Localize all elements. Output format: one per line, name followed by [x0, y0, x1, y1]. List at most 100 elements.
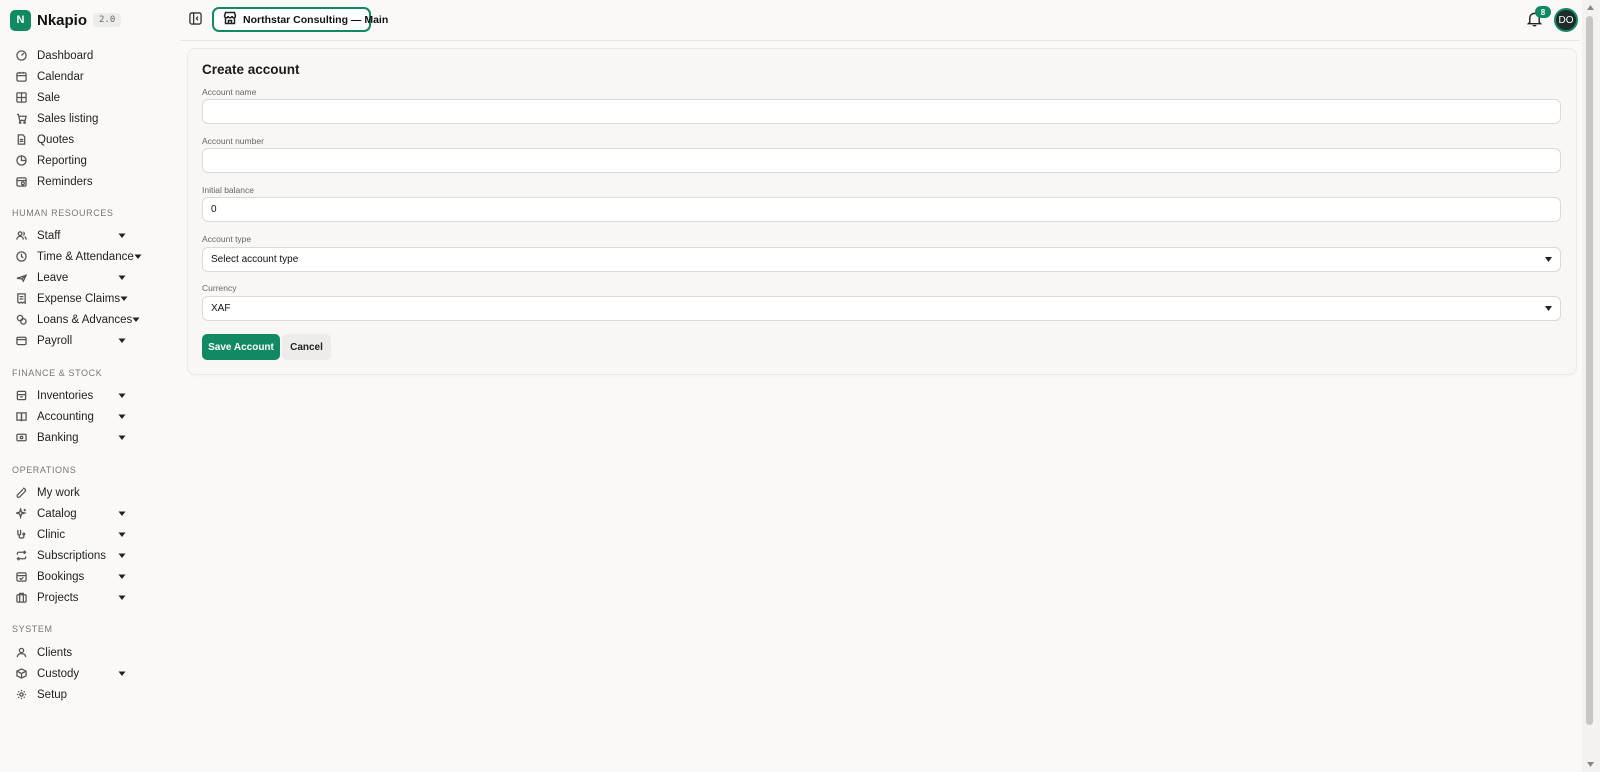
store-icon — [223, 11, 237, 28]
box-icon — [15, 390, 27, 402]
package-icon — [15, 668, 27, 680]
sidebar-item-label: Dashboard — [37, 49, 94, 62]
sidebar-item-calendar[interactable]: Calendar — [10, 66, 126, 87]
bank-card-icon — [15, 432, 27, 444]
chevron-down-icon — [118, 232, 126, 240]
sidebar-toggle-button[interactable] — [188, 11, 202, 25]
sidebar-item-quotes[interactable]: Quotes — [10, 129, 126, 150]
currency-value: XAF — [211, 303, 231, 314]
stethoscope-icon — [15, 529, 27, 541]
calendar-check-icon — [15, 571, 27, 583]
sidebar-item-expense-claims[interactable]: Expense Claims — [10, 288, 128, 309]
gear-icon — [15, 689, 27, 701]
account-number-input[interactable] — [211, 155, 1552, 166]
sidebar-item-bookings[interactable]: Bookings — [10, 566, 126, 587]
clock-icon — [15, 251, 27, 263]
initial-balance-input[interactable] — [211, 204, 1552, 215]
user-avatar[interactable]: DO — [1554, 8, 1578, 32]
account-number-field-wrapper — [202, 148, 1561, 173]
sidebar-item-label: Staff — [37, 229, 61, 242]
sidebar-item-clinic[interactable]: Clinic — [10, 524, 126, 545]
sidebar-toggle-icon — [188, 11, 202, 25]
account-type-select[interactable]: Select account type — [202, 247, 1561, 272]
plane-icon — [15, 272, 27, 284]
version-badge: 2.0 — [93, 13, 122, 27]
cancel-button[interactable]: Cancel — [282, 334, 331, 360]
chevron-down-icon — [118, 413, 126, 421]
dashboard-icon — [15, 50, 27, 62]
chevron-down-icon — [132, 316, 140, 324]
sidebar-item-clients[interactable]: Clients — [10, 642, 126, 663]
briefcase-icon — [15, 592, 27, 604]
sidebar-item-label: Bookings — [37, 570, 85, 583]
notification-count-badge: 8 — [1535, 6, 1551, 18]
sidebar-item-my-work[interactable]: My work — [10, 482, 126, 503]
initial-balance-field-wrapper — [202, 197, 1561, 222]
account-type-label: Account type — [202, 234, 252, 244]
sidebar-item-subscriptions[interactable]: Subscriptions — [10, 545, 126, 566]
sidebar-item-sale[interactable]: Sale — [10, 87, 126, 108]
sidebar-item-catalog[interactable]: Catalog — [10, 503, 126, 524]
section-title-operations: OPERATIONS — [12, 465, 77, 475]
currency-select[interactable]: XAF — [202, 296, 1561, 321]
chevron-down-icon — [118, 552, 126, 560]
sidebar-item-label: Banking — [37, 431, 79, 444]
sidebar-item-label: Accounting — [37, 410, 94, 423]
sparkles-icon — [15, 508, 27, 520]
chevron-down-icon — [118, 510, 126, 518]
sidebar-item-setup[interactable]: Setup — [10, 684, 126, 705]
sidebar-item-label: Payroll — [37, 334, 73, 347]
sidebar-item-label: Calendar — [37, 70, 84, 83]
top-bar — [180, 0, 1580, 41]
sidebar-item-label: Reminders — [37, 175, 93, 188]
sidebar-item-dashboard[interactable]: Dashboard — [10, 45, 126, 66]
sidebar-item-reminders[interactable]: Reminders — [10, 171, 126, 192]
sidebar-item-sales-listing[interactable]: Sales listing — [10, 108, 126, 129]
calendar-icon — [15, 71, 27, 83]
wrench-icon — [15, 487, 27, 499]
brand[interactable]: N Nkapio 2.0 — [10, 9, 122, 31]
sidebar-item-leave[interactable]: Leave — [10, 267, 126, 288]
sidebar-item-label: Leave — [37, 271, 69, 284]
scrollbar-thumb[interactable] — [1586, 16, 1593, 725]
chevron-down-icon — [118, 434, 126, 442]
book-icon — [15, 411, 27, 423]
sidebar-item-custody[interactable]: Custody — [10, 663, 126, 684]
sidebar-item-label: Subscriptions — [37, 549, 107, 562]
sidebar-item-projects[interactable]: Projects — [10, 587, 126, 608]
sidebar-item-accounting[interactable]: Accounting — [10, 406, 126, 427]
sidebar-item-time-attendance[interactable]: Time & Attendance — [10, 246, 142, 267]
sidebar-item-label: Projects — [37, 591, 79, 604]
sidebar-item-label: Custody — [37, 667, 80, 680]
chevron-down-icon — [118, 573, 126, 581]
account-name-label: Account name — [202, 87, 257, 97]
chevron-down-icon — [118, 392, 126, 400]
sidebar-item-label: Clients — [37, 646, 73, 659]
sidebar-item-label: Time & Attendance — [37, 250, 134, 263]
repeat-icon — [15, 550, 27, 562]
sidebar: N Nkapio 2.0 Dashboard Calendar Sale Sal… — [0, 0, 180, 772]
sidebar-item-label: Sale — [37, 91, 61, 104]
sidebar-item-label: Inventories — [37, 389, 94, 402]
chevron-down-icon — [118, 594, 126, 602]
store-selector[interactable]: Northstar Consulting — Main — [212, 7, 388, 32]
chevron-down-icon — [118, 337, 126, 345]
sidebar-item-payroll[interactable]: Payroll — [10, 330, 126, 351]
save-account-button[interactable]: Save Account — [202, 334, 280, 360]
wallet-icon — [15, 335, 27, 347]
chevron-down-icon — [118, 274, 126, 282]
section-title-human-resources: HUMAN RESOURCES — [12, 208, 114, 218]
scroll-up-icon[interactable] — [1585, 3, 1595, 11]
currency-label: Currency — [202, 283, 237, 293]
sidebar-item-reporting[interactable]: Reporting — [10, 150, 126, 171]
chevron-down-icon — [120, 295, 128, 303]
sidebar-item-staff[interactable]: Staff — [10, 225, 126, 246]
receipt-icon — [15, 293, 27, 305]
sidebar-item-label: Loans & Advances — [37, 313, 133, 326]
sidebar-item-inventories[interactable]: Inventories — [10, 385, 126, 406]
sidebar-item-label: Quotes — [37, 133, 75, 146]
account-name-input[interactable] — [211, 106, 1552, 117]
scroll-down-icon[interactable] — [1585, 760, 1595, 768]
sidebar-item-banking[interactable]: Banking — [10, 427, 126, 448]
sidebar-item-loans-advances[interactable]: Loans & Advances — [10, 309, 140, 330]
